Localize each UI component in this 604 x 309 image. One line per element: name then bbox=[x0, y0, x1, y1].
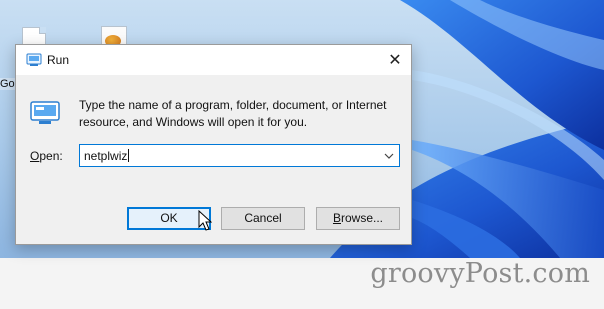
open-label-accelerator: O bbox=[30, 149, 40, 163]
watermark: groovyPost.com bbox=[370, 258, 590, 289]
browse-button[interactable]: Browse... bbox=[316, 207, 400, 230]
open-label-text: pen: bbox=[39, 149, 63, 163]
browse-button-accelerator: B bbox=[332, 211, 341, 225]
cancel-button[interactable]: Cancel bbox=[221, 207, 305, 230]
close-button[interactable]: ✕ bbox=[379, 45, 411, 75]
run-dialog: Run ✕ Type the name of a program, folder… bbox=[15, 44, 412, 245]
text-caret bbox=[128, 149, 130, 162]
open-input-value: netplwiz bbox=[84, 149, 128, 163]
open-input[interactable]: netplwiz bbox=[84, 149, 130, 163]
chevron-down-icon[interactable] bbox=[383, 150, 395, 162]
ok-button-label: OK bbox=[160, 211, 178, 225]
close-icon: ✕ bbox=[388, 52, 402, 69]
dialog-description: Type the name of a program, folder, docu… bbox=[79, 98, 387, 129]
title-bar[interactable]: Run ✕ bbox=[16, 45, 411, 75]
run-icon bbox=[26, 53, 42, 66]
run-large-icon bbox=[30, 101, 60, 124]
open-label: Open: bbox=[30, 149, 63, 163]
desktop-icon-label: Go bbox=[0, 78, 15, 90]
browse-button-label: rowse... bbox=[341, 211, 384, 225]
open-combobox[interactable]: netplwiz bbox=[79, 144, 400, 167]
dialog-title: Run bbox=[47, 53, 70, 67]
mouse-pointer-icon bbox=[198, 210, 212, 231]
cancel-button-label: Cancel bbox=[244, 211, 282, 225]
